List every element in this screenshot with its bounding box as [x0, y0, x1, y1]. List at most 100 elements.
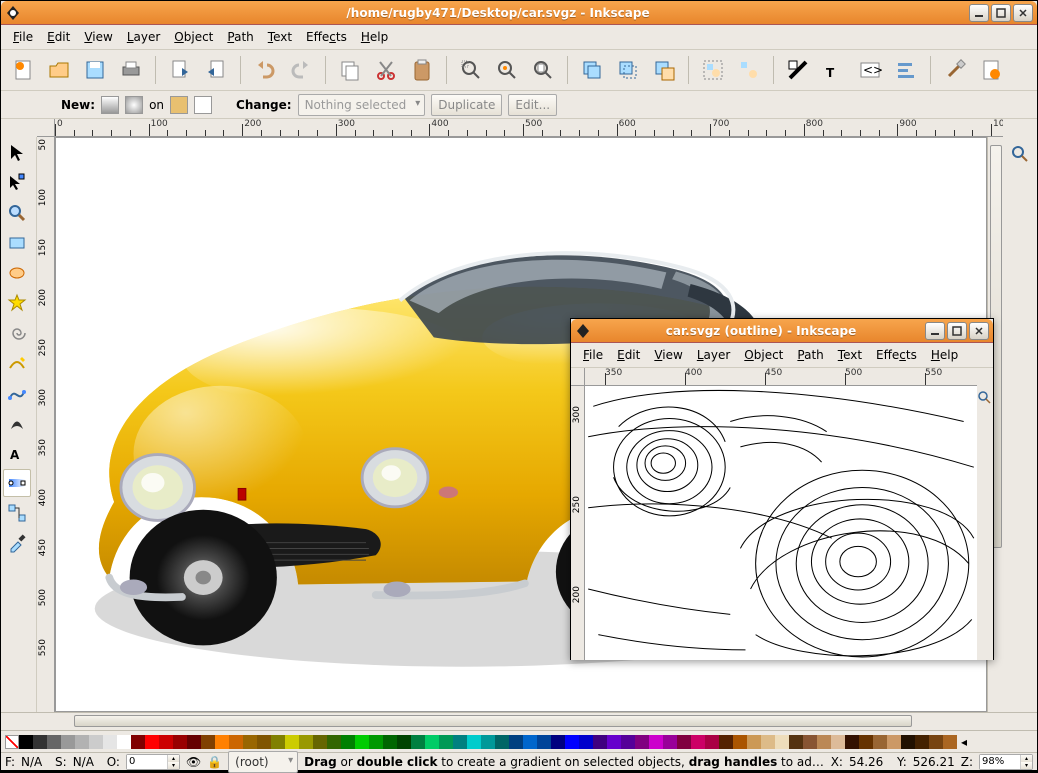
menu-edit[interactable]: Edit	[41, 28, 76, 46]
color-swatch[interactable]	[789, 735, 803, 749]
undo-button[interactable]	[249, 54, 281, 86]
sub-menu-effects[interactable]: Effects	[870, 346, 923, 364]
color-swatch[interactable]	[243, 735, 257, 749]
color-swatch[interactable]	[579, 735, 593, 749]
color-swatch[interactable]	[677, 735, 691, 749]
zoom-drawing-button[interactable]	[491, 54, 523, 86]
color-swatch[interactable]	[369, 735, 383, 749]
color-swatch[interactable]	[915, 735, 929, 749]
xml-editor-button[interactable]: <>	[854, 54, 886, 86]
gradient-tool[interactable]	[3, 469, 31, 497]
sub-menu-view[interactable]: View	[648, 346, 688, 364]
color-swatch[interactable]	[439, 735, 453, 749]
rectangle-tool[interactable]	[3, 229, 31, 257]
edit-gradient-button[interactable]: Edit...	[508, 94, 557, 116]
color-swatch[interactable]	[341, 735, 355, 749]
document-properties-button[interactable]	[975, 54, 1007, 86]
color-swatch[interactable]	[523, 735, 537, 749]
color-swatch[interactable]	[173, 735, 187, 749]
color-swatch[interactable]	[481, 735, 495, 749]
sub-minimize-button[interactable]	[925, 322, 945, 340]
color-swatch[interactable]	[327, 735, 341, 749]
color-swatch[interactable]	[229, 735, 243, 749]
color-swatch[interactable]	[607, 735, 621, 749]
unlink-clone-button[interactable]	[648, 54, 680, 86]
sub-menu-help[interactable]: Help	[925, 346, 964, 364]
color-swatch[interactable]	[537, 735, 551, 749]
color-swatch[interactable]	[901, 735, 915, 749]
color-swatch[interactable]	[103, 735, 117, 749]
color-swatch[interactable]	[215, 735, 229, 749]
menu-file[interactable]: File	[7, 28, 39, 46]
color-swatch[interactable]	[929, 735, 943, 749]
new-document-button[interactable]	[7, 54, 39, 86]
sub-vertical-ruler[interactable]: 300250200	[571, 386, 585, 660]
color-swatch[interactable]	[495, 735, 509, 749]
menu-help[interactable]: Help	[355, 28, 394, 46]
color-swatch[interactable]	[89, 735, 103, 749]
menu-object[interactable]: Object	[168, 28, 219, 46]
pencil-tool[interactable]	[3, 349, 31, 377]
zoom-selection-button[interactable]	[455, 54, 487, 86]
color-swatch[interactable]	[943, 735, 957, 749]
redo-button[interactable]	[285, 54, 317, 86]
copy-button[interactable]	[334, 54, 366, 86]
color-swatch[interactable]	[187, 735, 201, 749]
color-swatch[interactable]	[383, 735, 397, 749]
export-button[interactable]	[200, 54, 232, 86]
color-swatch[interactable]	[551, 735, 565, 749]
color-swatch[interactable]	[271, 735, 285, 749]
color-swatch[interactable]	[145, 735, 159, 749]
visibility-icon[interactable]: 👁	[186, 755, 201, 769]
color-swatch[interactable]	[817, 735, 831, 749]
duplicate-button[interactable]	[576, 54, 608, 86]
color-swatch[interactable]	[201, 735, 215, 749]
titlebar[interactable]: /home/rugby471/Desktop/car.svgz - Inksca…	[1, 1, 1037, 25]
ellipse-tool[interactable]	[3, 259, 31, 287]
vertical-ruler[interactable]: 50100150200250300350400450500550	[37, 137, 55, 712]
sub-menu-path[interactable]: Path	[791, 346, 829, 364]
star-tool[interactable]	[3, 289, 31, 317]
new-radial-gradient-button[interactable]	[125, 96, 143, 114]
color-swatch[interactable]	[397, 735, 411, 749]
opacity-spin[interactable]: ▴▾	[126, 754, 180, 770]
color-swatch[interactable]	[593, 735, 607, 749]
sub-menu-file[interactable]: File	[577, 346, 609, 364]
align-dialog-button[interactable]	[890, 54, 922, 86]
color-swatch[interactable]	[75, 735, 89, 749]
sub-menu-edit[interactable]: Edit	[611, 346, 646, 364]
sub-menu-text[interactable]: Text	[832, 346, 868, 364]
color-swatch[interactable]	[47, 735, 61, 749]
on-stroke-button[interactable]	[194, 96, 212, 114]
palette-scroll-icon[interactable]: ◂	[961, 735, 967, 749]
color-swatch[interactable]	[33, 735, 47, 749]
color-swatch[interactable]	[845, 735, 859, 749]
fill-stroke-button[interactable]	[782, 54, 814, 86]
duplicate-gradient-button[interactable]: Duplicate	[431, 94, 502, 116]
sub-close-button[interactable]	[969, 322, 989, 340]
print-button[interactable]	[115, 54, 147, 86]
color-swatch[interactable]	[803, 735, 817, 749]
maximize-button[interactable]	[991, 4, 1011, 22]
color-swatch[interactable]	[887, 735, 901, 749]
horizontal-ruler[interactable]: 01002003004005006007008009001000	[55, 119, 1003, 137]
color-swatch[interactable]	[313, 735, 327, 749]
layer-selector[interactable]: (root)	[228, 751, 298, 773]
color-swatch[interactable]	[285, 735, 299, 749]
color-swatch[interactable]	[425, 735, 439, 749]
sub-titlebar[interactable]: car.svgz (outline) - Inkscape	[571, 319, 993, 343]
menu-layer[interactable]: Layer	[121, 28, 166, 46]
preferences-button[interactable]	[939, 54, 971, 86]
dropper-tool[interactable]	[3, 529, 31, 557]
color-swatch[interactable]	[159, 735, 173, 749]
color-swatch[interactable]	[649, 735, 663, 749]
sub-maximize-button[interactable]	[947, 322, 967, 340]
color-swatch[interactable]	[565, 735, 579, 749]
node-tool[interactable]	[3, 169, 31, 197]
sub-menu-object[interactable]: Object	[738, 346, 789, 364]
zoom-tool[interactable]	[3, 199, 31, 227]
sub-horizontal-ruler[interactable]: 350400450500550	[585, 368, 977, 386]
sub-canvas[interactable]	[585, 386, 977, 660]
color-swatch[interactable]	[131, 735, 145, 749]
color-swatch[interactable]	[467, 735, 481, 749]
